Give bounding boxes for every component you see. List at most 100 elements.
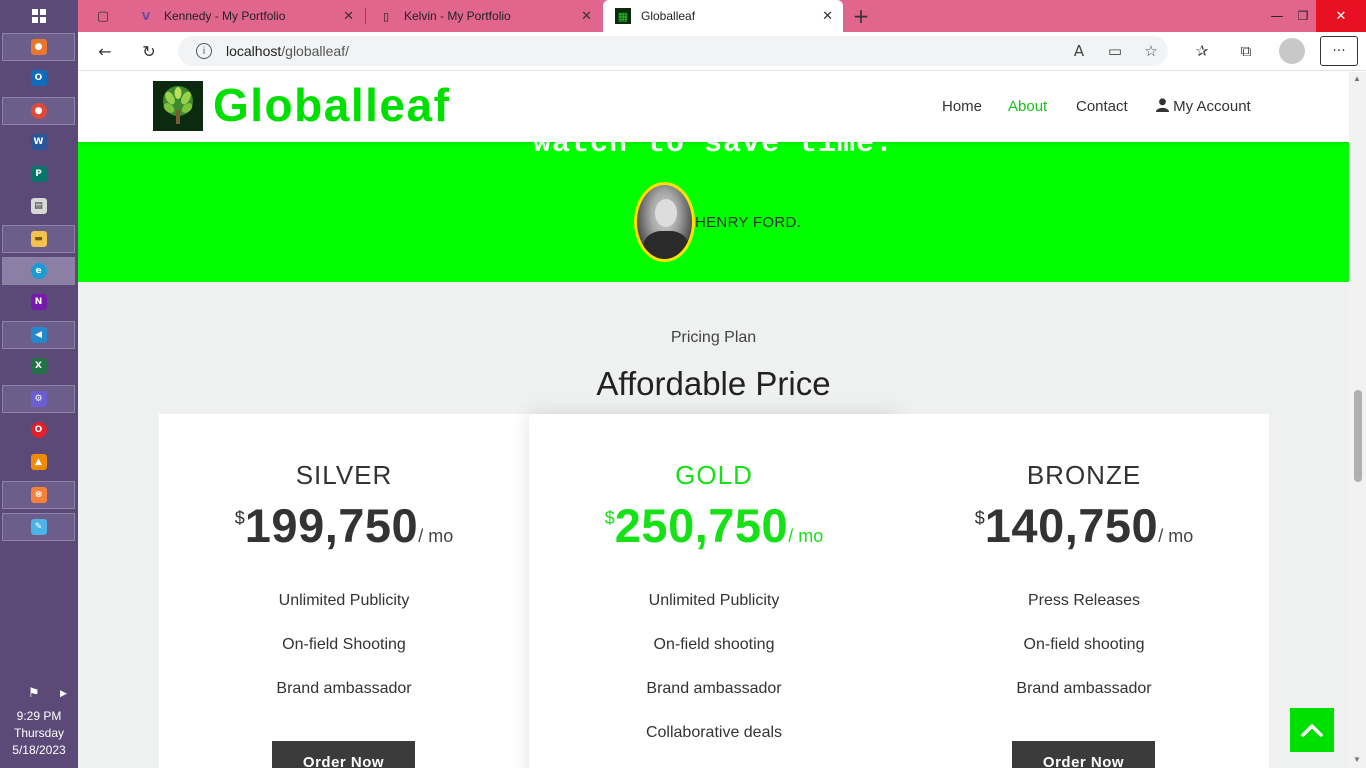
scroll-up-icon[interactable]: ▲ xyxy=(1353,74,1361,83)
taskbar-app-file-explorer[interactable]: ▬ xyxy=(2,225,75,253)
firefox-icon: ● xyxy=(30,39,47,55)
browser-tab-bar: ▢ V Kennedy - My Portfolio ✕ ▯ Kelvin - … xyxy=(78,0,1366,32)
site-info-icon[interactable]: i xyxy=(196,43,212,59)
close-window-icon[interactable]: ✕ xyxy=(1316,0,1366,32)
read-aloud-icon[interactable]: A xyxy=(1066,38,1092,64)
taskbar-app-news[interactable]: ▤ xyxy=(2,192,75,220)
url-host: localhost xyxy=(226,43,282,59)
author-photo xyxy=(634,182,695,262)
tree-icon xyxy=(163,86,193,124)
taskbar-app-publisher[interactable]: P xyxy=(2,160,75,188)
collections-icon[interactable]: ⧉ xyxy=(1233,38,1259,64)
plan-feature: Brand ambassador xyxy=(646,680,782,697)
nav-my-account-label: My Account xyxy=(1173,98,1251,115)
pricing-card-gold: GOLD $250,750/ mo Unlimited Publicity On… xyxy=(529,414,899,768)
action-center-flag-icon[interactable]: ⚑ xyxy=(28,686,40,701)
pricing-subtitle: Pricing Plan xyxy=(670,329,757,346)
price-amount: 199,750 xyxy=(244,499,419,552)
logo-text[interactable]: Globalleaf xyxy=(213,78,450,132)
plan-feature: Brand ambassador xyxy=(276,680,412,697)
nav-about[interactable]: About xyxy=(1008,98,1047,115)
excel-icon: X xyxy=(30,358,47,374)
plan-feature: On-field shooting xyxy=(1023,636,1145,653)
tab-kennedy[interactable]: V Kennedy - My Portfolio ✕ xyxy=(126,0,364,32)
scroll-down-icon[interactable]: ▼ xyxy=(1353,755,1361,764)
tab-title: Kennedy - My Portfolio xyxy=(164,9,286,23)
order-now-button[interactable]: Order Now xyxy=(272,741,415,768)
more-options-icon[interactable]: ··· xyxy=(1320,36,1358,66)
taskbar-app-opera[interactable]: O xyxy=(2,416,75,444)
new-tab-icon[interactable]: + xyxy=(846,1,876,31)
tab-actions-icon[interactable]: ▢ xyxy=(88,1,118,31)
pricing-card-silver: SILVER $199,750/ mo Unlimited Publicity … xyxy=(159,414,529,768)
taskbar-app-excel[interactable]: X xyxy=(2,352,75,380)
taskbar-app-vscode[interactable]: ◀ xyxy=(2,321,75,349)
tab-kelvin[interactable]: ▯ Kelvin - My Portfolio ✕ xyxy=(366,0,602,32)
taskbar-app-edge[interactable]: e xyxy=(2,257,75,285)
currency-symbol: $ xyxy=(974,508,985,528)
plan-feature: Unlimited Publicity xyxy=(278,592,410,609)
taskbar-app-firefox[interactable]: ● xyxy=(2,33,75,61)
taskbar-app-paint[interactable]: ✎ xyxy=(2,513,75,541)
taskbar-app-chrome[interactable]: ● xyxy=(2,97,75,125)
nav-my-account[interactable]: My Account xyxy=(1156,98,1251,115)
tray-expand-icon[interactable]: ▶ xyxy=(60,688,67,699)
word-icon: W xyxy=(30,134,47,150)
start-button[interactable] xyxy=(2,2,75,30)
paint-icon: ✎ xyxy=(30,519,47,535)
onenote-icon: N xyxy=(30,294,47,310)
publisher-icon: P xyxy=(30,166,47,182)
scrollbar-thumb[interactable] xyxy=(1354,390,1362,482)
currency-symbol: $ xyxy=(234,508,245,528)
tab-close-icon[interactable]: ✕ xyxy=(822,8,833,24)
plan-price: $250,750/ mo xyxy=(529,498,899,553)
tab-title: Globalleaf xyxy=(641,9,696,23)
immersive-reader-icon[interactable]: ▭ xyxy=(1102,38,1128,64)
plan-feature: Press Releases xyxy=(1027,592,1141,609)
vlc-icon: ▲ xyxy=(30,454,47,470)
tab-favicon-icon: V xyxy=(141,9,151,23)
back-icon[interactable]: ← xyxy=(90,36,120,66)
add-favorite-icon[interactable]: ☆ xyxy=(1138,38,1164,64)
nav-home[interactable]: Home xyxy=(942,98,982,115)
xampp-icon: ⊗ xyxy=(30,487,47,503)
vscode-icon: ◀ xyxy=(30,327,47,343)
plan-name: SILVER xyxy=(295,460,393,490)
profile-avatar[interactable] xyxy=(1279,38,1305,64)
taskbar-app-settings[interactable]: ⚙ xyxy=(2,385,75,413)
plan-feature: Collaborative deals xyxy=(645,724,783,741)
taskbar-app-vlc[interactable]: ▲ xyxy=(2,448,75,476)
restore-icon[interactable]: ❐ xyxy=(1288,0,1318,32)
taskbar-app-xampp[interactable]: ⊗ xyxy=(2,481,75,509)
taskbar-app-onenote[interactable]: N xyxy=(2,288,75,316)
order-now-button[interactable]: Order Now xyxy=(1012,741,1155,768)
taskbar-app-outlook[interactable]: O xyxy=(2,64,75,92)
page-scrollbar[interactable]: ▲ ▼ xyxy=(1349,72,1366,768)
quote-author: HENRY FORD. xyxy=(695,214,802,231)
tab-close-icon[interactable]: ✕ xyxy=(581,8,592,24)
tab-globalleaf[interactable]: ▦ Globalleaf ✕ xyxy=(603,0,843,32)
price-amount: 140,750 xyxy=(984,499,1159,552)
windows-logo-icon xyxy=(31,9,46,23)
price-period: / mo xyxy=(418,526,454,546)
chrome-icon: ● xyxy=(30,103,47,119)
plan-price: $199,750/ mo xyxy=(159,498,529,553)
outlook-icon: O xyxy=(30,70,47,86)
favorites-icon[interactable]: ✰ xyxy=(1189,38,1215,64)
pricing-card-bronze: BRONZE $140,750/ mo Press Releases On-fi… xyxy=(899,414,1269,768)
logo-tree-icon[interactable] xyxy=(153,81,203,131)
edge-icon: e xyxy=(30,263,47,279)
tab-close-icon[interactable]: ✕ xyxy=(343,8,354,24)
back-to-top-button[interactable] xyxy=(1290,708,1334,752)
opera-icon: O xyxy=(30,422,47,438)
url-text: localhost/globalleaf/ xyxy=(226,43,349,59)
site-header: Globalleaf Home About Contact My Account xyxy=(78,72,1349,142)
system-clock[interactable]: 9:29 PM Thursday 5/18/2023 xyxy=(0,708,78,759)
refresh-icon[interactable]: ↻ xyxy=(134,36,164,66)
address-bar[interactable]: i localhost/globalleaf/ A ▭ ☆ xyxy=(178,36,1168,66)
author-face xyxy=(655,199,677,227)
nav-contact[interactable]: Contact xyxy=(1076,98,1128,115)
news-icon: ▤ xyxy=(30,198,47,214)
clock-day: Thursday xyxy=(13,726,65,740)
taskbar-app-word[interactable]: W xyxy=(2,128,75,156)
